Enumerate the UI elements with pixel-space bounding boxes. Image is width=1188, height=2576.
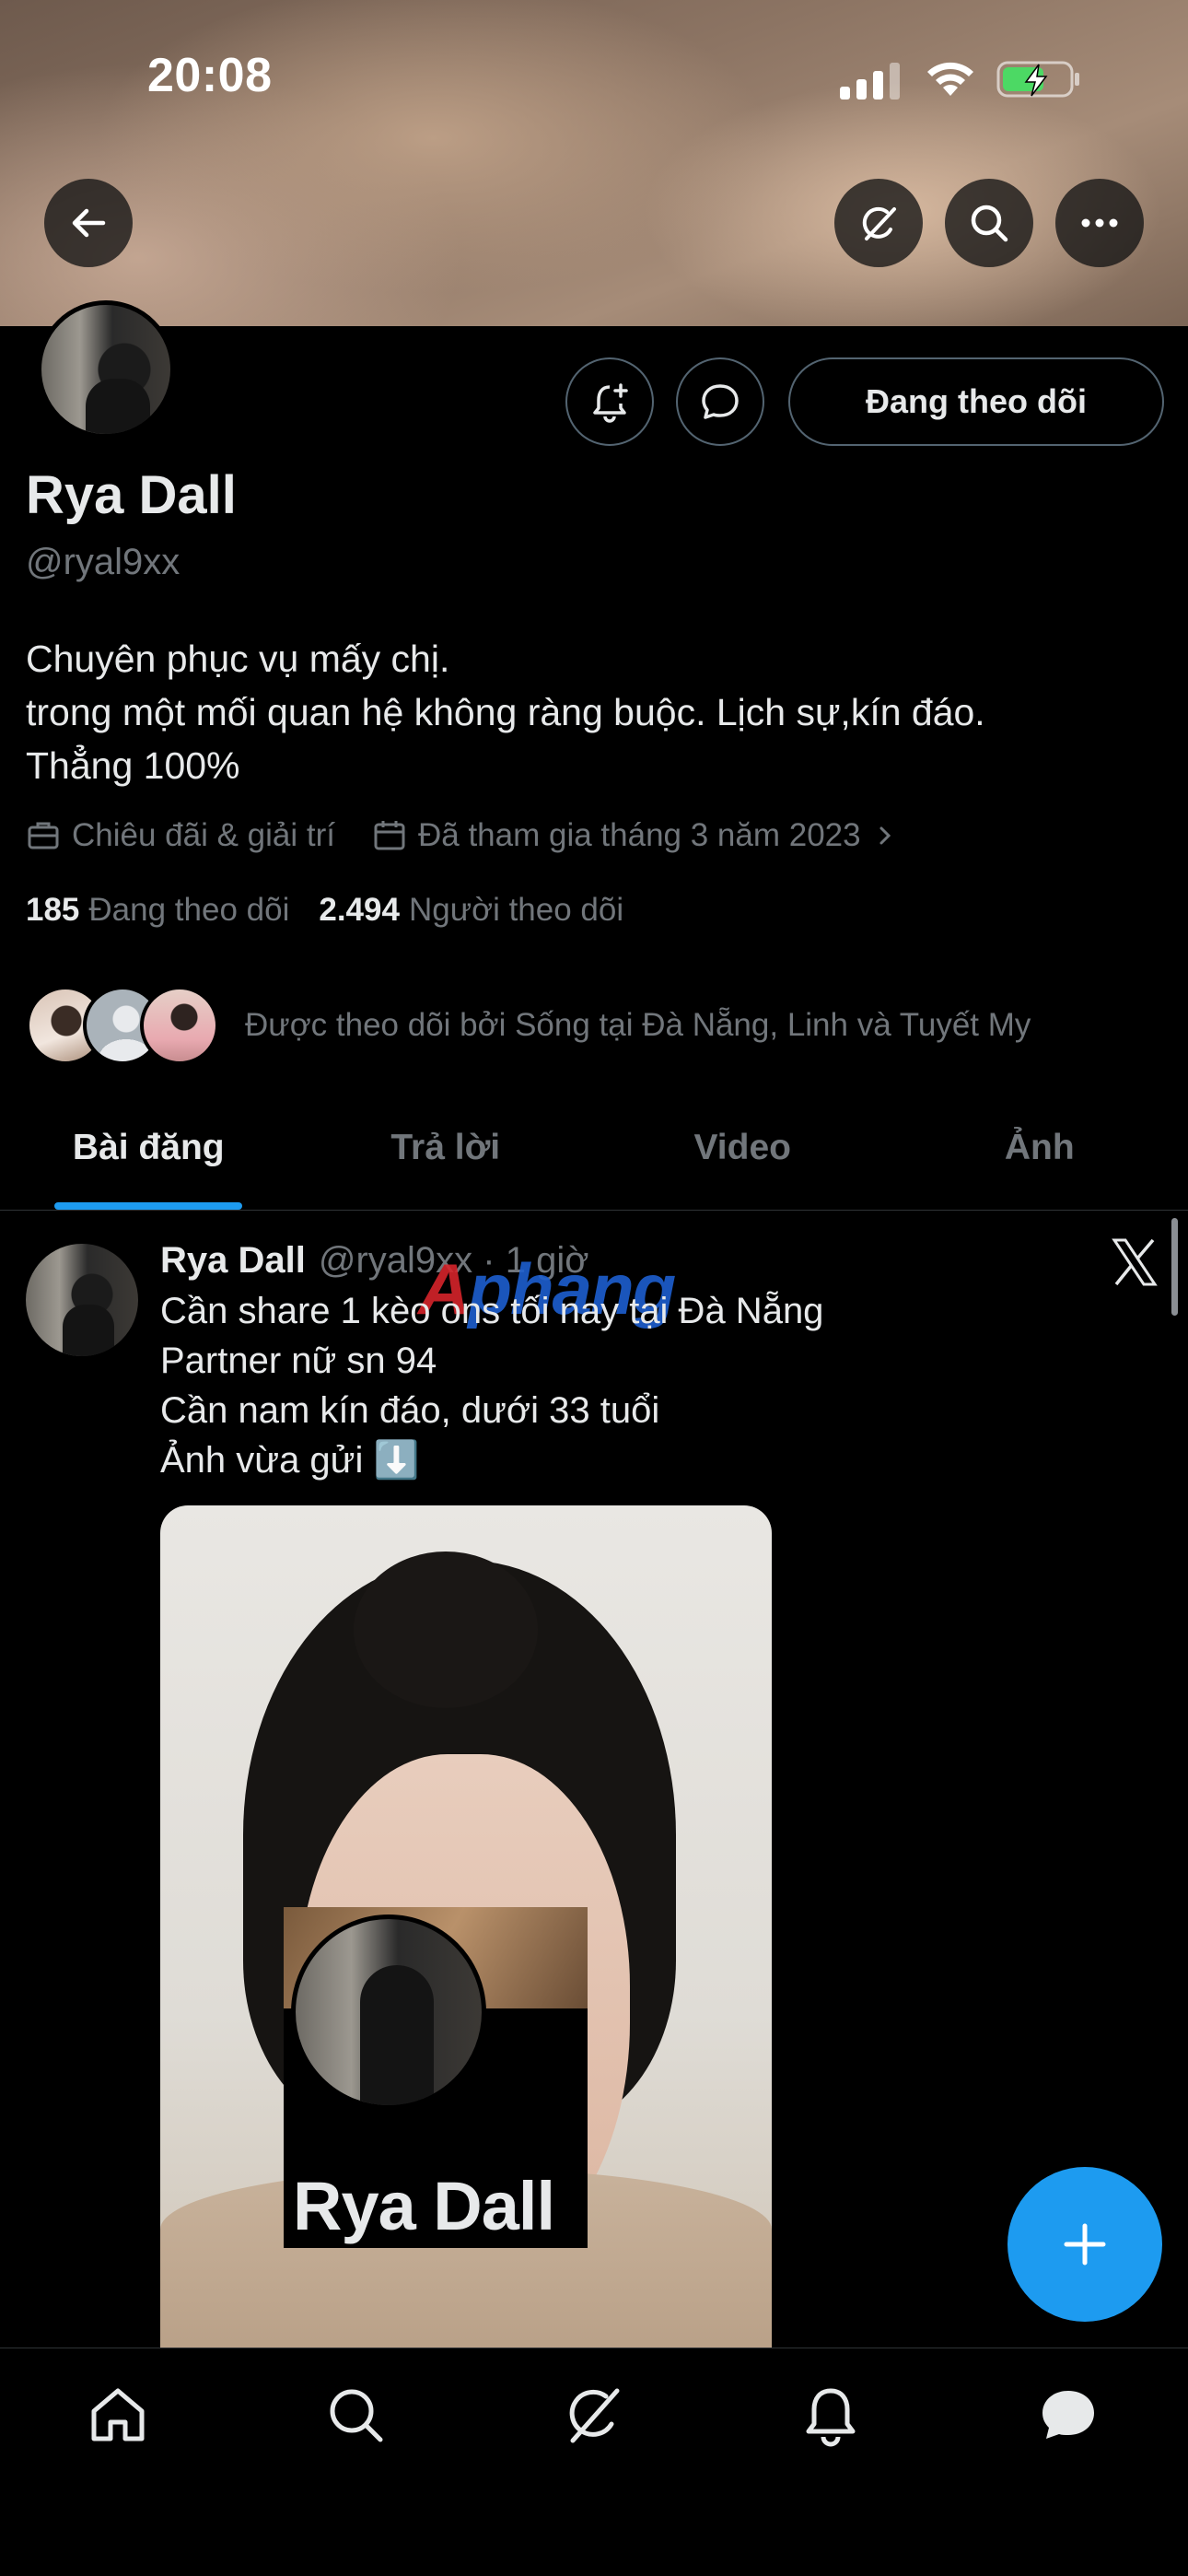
profile-card-overlay: Rya Dall xyxy=(284,1907,588,2248)
post-text: Cần share 1 kèo ons tối nay tại Đà Nẵng … xyxy=(160,1286,1007,1485)
overlay-avatar xyxy=(291,1914,486,2110)
grok-icon xyxy=(862,206,896,240)
following-button[interactable]: Đang theo dõi xyxy=(788,357,1164,446)
briefcase-icon xyxy=(28,822,59,849)
wifi-icon xyxy=(927,62,973,96)
post-avatar[interactable] xyxy=(26,1244,138,1356)
bell-icon xyxy=(806,2388,856,2447)
followers-label: Người theo dõi xyxy=(408,892,624,928)
chevron-right-icon xyxy=(879,826,891,845)
profile-screen: 20:08 Đang theo dõi Rya Dall @ryal9xx Ch… xyxy=(0,0,1188,2576)
cellular-signal-icon xyxy=(840,61,901,100)
follow-counts: 185 Đang theo dõi 2.494 Người theo dõi xyxy=(26,892,653,929)
following-label: Đang theo dõi xyxy=(88,892,290,928)
nav-messages[interactable] xyxy=(1031,2378,1105,2452)
post-line: Cần share 1 kèo ons tối nay tại Đà Nẵng xyxy=(160,1291,824,1331)
profile-avatar[interactable] xyxy=(37,300,175,439)
joined-label: Đã tham gia tháng 3 năm 2023 xyxy=(417,817,861,853)
followed-by-text: Được theo dõi bởi Sống tại Đà Nẵng, Linh… xyxy=(245,1007,1031,1043)
message-button[interactable] xyxy=(676,357,764,446)
grok-icon xyxy=(569,2388,620,2443)
follower-avatar xyxy=(140,986,219,1065)
search-icon xyxy=(330,2389,383,2442)
search-button[interactable] xyxy=(945,179,1033,267)
profile-tabs: Bài đăng Trả lời Video Ảnh xyxy=(0,1085,1188,1211)
overlay-name: Rya Dall xyxy=(293,2168,555,2244)
message-icon xyxy=(702,384,739,419)
bio-line: Chuyên phục vụ mấy chị. xyxy=(26,638,450,680)
profile-handle: @ryal9xx xyxy=(26,542,181,582)
search-icon xyxy=(971,205,1008,242)
tab-replies[interactable]: Trả lời xyxy=(297,1085,595,1210)
following-count-link[interactable]: 185 Đang theo dõi xyxy=(26,892,289,929)
followed-by-row[interactable]: Được theo dõi bởi Sống tại Đà Nẵng, Linh… xyxy=(26,984,1031,1067)
profile-bio: Chuyên phục vụ mấy chị. trong một mối qu… xyxy=(26,632,1168,792)
bell-plus-icon xyxy=(593,383,628,423)
tab-posts[interactable]: Bài đăng xyxy=(0,1085,297,1210)
photo-hair-bun xyxy=(354,1551,538,1708)
more-icon xyxy=(1081,218,1118,228)
message-icon xyxy=(1042,2391,1094,2439)
post-line: Ảnh vừa gửi ⬇️ xyxy=(160,1440,420,1481)
followers-count-link[interactable]: 2.494 Người theo dõi xyxy=(319,892,623,929)
profile-name: Rya Dall xyxy=(26,465,237,525)
following-count: 185 xyxy=(26,892,80,928)
category-label: Chiêu đãi & giải trí xyxy=(72,817,335,853)
nav-home[interactable] xyxy=(81,2378,155,2452)
nav-grok[interactable] xyxy=(556,2378,630,2452)
bio-line: trong một mối quan hệ không ràng buộc. L… xyxy=(26,691,985,733)
grok-button[interactable] xyxy=(834,179,923,267)
scrollbar[interactable] xyxy=(1171,1218,1178,1316)
nav-notifications[interactable] xyxy=(794,2378,868,2452)
back-button[interactable] xyxy=(44,179,133,267)
x-logo-icon xyxy=(1112,1238,1158,1286)
bio-line: Thẳng 100% xyxy=(26,744,240,787)
more-button[interactable] xyxy=(1055,179,1144,267)
notifications-button[interactable] xyxy=(565,357,654,446)
arrow-left-icon xyxy=(72,208,106,238)
home-icon xyxy=(91,2388,145,2441)
battery-icon xyxy=(996,61,1079,98)
post-image[interactable]: Rya Dall xyxy=(160,1505,772,2353)
calendar-icon xyxy=(374,821,405,850)
post-line: Cần nam kín đáo, dưới 33 tuổi xyxy=(160,1390,660,1431)
nav-search[interactable] xyxy=(319,2378,392,2452)
post-line: Partner nữ sn 94 xyxy=(160,1341,437,1381)
tab-video[interactable]: Video xyxy=(594,1085,891,1210)
bottom-navigation xyxy=(0,2348,1188,2576)
profile-meta: Chiêu đãi & giải trí Đã tham gia tháng 3… xyxy=(26,811,946,861)
plus-icon xyxy=(1064,2223,1106,2266)
post-author-name[interactable]: Rya Dall xyxy=(160,1240,306,1282)
tab-photos[interactable]: Ảnh xyxy=(891,1085,1188,1210)
status-time: 20:08 xyxy=(147,49,273,102)
followers-count: 2.494 xyxy=(319,892,400,928)
compose-button[interactable] xyxy=(1007,2167,1162,2322)
profile-category: Chiêu đãi & giải trí xyxy=(26,817,335,854)
profile-joined[interactable]: Đã tham gia tháng 3 năm 2023 xyxy=(372,817,909,854)
status-bar: 20:08 xyxy=(0,0,1188,157)
